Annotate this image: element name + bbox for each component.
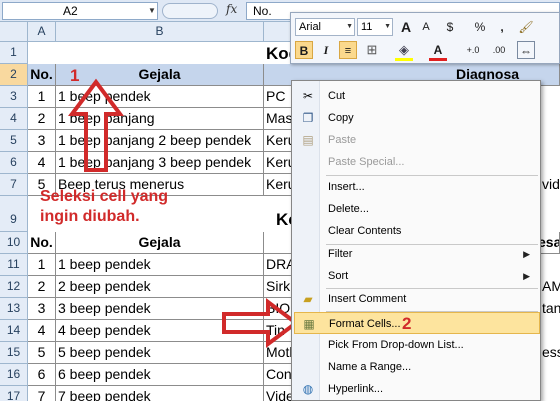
- menu-item-format-cells[interactable]: ▦ Format Cells...: [294, 312, 540, 334]
- menu-item-clear-contents[interactable]: Clear Contents: [294, 220, 540, 242]
- merge-cells-icon[interactable]: ⇔: [517, 41, 535, 59]
- step2-number: 2: [402, 314, 412, 333]
- mini-toolbar: Arial ▼ 11 ▼ A A $ % , 🖌 B I ≡ ⊞ ◈ A +.0 .…: [290, 12, 560, 64]
- increase-decimal-button[interactable]: +.0: [461, 41, 485, 59]
- up-arrow-icon: [68, 78, 124, 172]
- submenu-arrow-icon: ▶: [523, 249, 530, 259]
- fill-color-icon[interactable]: ◈: [395, 41, 413, 59]
- format-painter-icon[interactable]: 🖌: [517, 18, 535, 36]
- step1-number: 1: [70, 66, 80, 85]
- grow-font-button[interactable]: A: [397, 18, 415, 36]
- submenu-arrow-icon: ▶: [523, 271, 530, 281]
- menu-item-insert[interactable]: Insert...: [294, 176, 540, 198]
- menu-item-filter[interactable]: Filter ▶: [294, 243, 540, 265]
- paste-icon: ▤: [302, 133, 314, 147]
- italic-button[interactable]: I: [317, 41, 335, 59]
- fill-color-swatch: [395, 58, 413, 61]
- font-color-icon[interactable]: A: [429, 41, 447, 59]
- menu-item-copy[interactable]: ❐ Copy: [294, 107, 540, 129]
- menu-item-pick-from-dropdown[interactable]: Pick From Drop-down List...: [294, 334, 540, 356]
- borders-icon[interactable]: ⊞: [363, 41, 381, 59]
- percent-style-button[interactable]: %: [471, 18, 489, 36]
- scissors-icon: ✂: [302, 89, 314, 103]
- shrink-font-button[interactable]: A: [417, 18, 435, 36]
- menu-item-sort[interactable]: Sort ▶: [294, 265, 540, 287]
- hyperlink-icon: ◍: [302, 382, 314, 396]
- chevron-down-icon: ▼: [384, 23, 391, 30]
- menu-item-paste-special[interactable]: Paste Special...: [294, 151, 540, 173]
- step1-instruction-line1: Seleksi cell yang: [40, 188, 169, 205]
- font-color-swatch: [429, 58, 447, 61]
- context-menu: ✂ Cut ❐ Copy ▤ Paste Paste Special... In…: [291, 80, 541, 401]
- font-size-select[interactable]: 11 ▼: [357, 18, 393, 36]
- menu-item-delete[interactable]: Delete...: [294, 198, 540, 220]
- decrease-decimal-button[interactable]: .00: [487, 41, 511, 59]
- right-arrow-icon: [222, 298, 300, 348]
- menu-item-insert-comment[interactable]: ▰ Insert Comment: [294, 288, 540, 310]
- format-cells-icon: ▦: [303, 317, 315, 331]
- bold-button[interactable]: B: [295, 41, 313, 59]
- currency-format-button[interactable]: $: [441, 18, 459, 36]
- comment-icon: ▰: [303, 292, 313, 306]
- step1-instruction-line2: ingin diubah.: [40, 208, 140, 225]
- copy-icon: ❐: [302, 111, 314, 125]
- menu-item-paste[interactable]: ▤ Paste: [294, 129, 540, 151]
- menu-item-hyperlink[interactable]: ◍ Hyperlink...: [294, 378, 540, 400]
- align-center-icon[interactable]: ≡: [339, 41, 357, 59]
- chevron-down-icon: ▼: [346, 23, 353, 30]
- menu-item-name-a-range[interactable]: Name a Range...: [294, 356, 540, 378]
- menu-item-cut[interactable]: ✂ Cut: [294, 85, 540, 107]
- font-name-select[interactable]: Arial ▼: [295, 18, 355, 36]
- comma-style-button[interactable]: ,: [493, 18, 511, 36]
